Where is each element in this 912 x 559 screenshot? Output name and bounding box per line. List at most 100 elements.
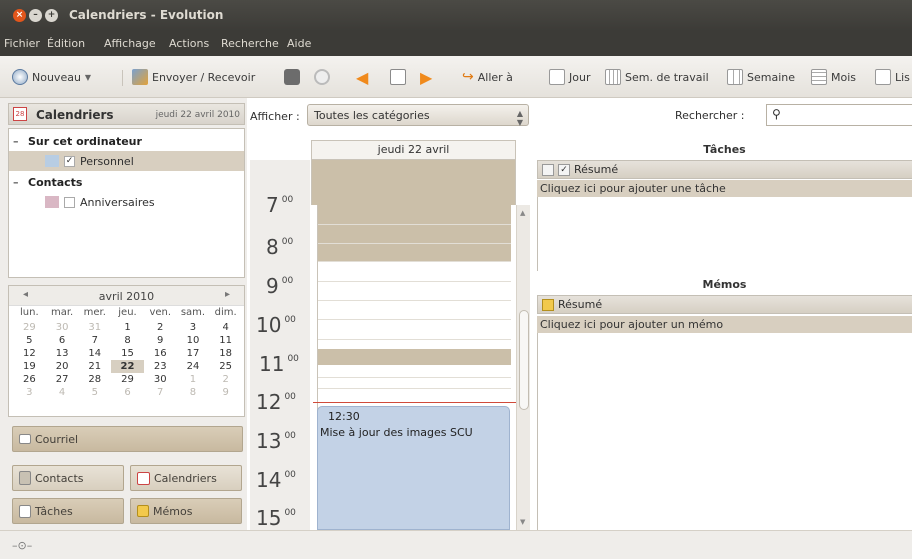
mini-calendar-day[interactable]: 4 bbox=[209, 321, 242, 334]
view-list-button[interactable]: Lis bbox=[875, 67, 910, 87]
menu-affichage[interactable]: Affichage bbox=[104, 37, 156, 50]
collapse-icon[interactable]: – bbox=[13, 135, 22, 148]
mini-calendar-day[interactable]: 27 bbox=[46, 373, 79, 386]
scroll-up-icon[interactable]: ▲ bbox=[520, 209, 525, 217]
menu-recherche[interactable]: Recherche bbox=[221, 37, 279, 50]
delete-button[interactable] bbox=[314, 67, 330, 87]
source-item-personnel[interactable]: ✓ Personnel bbox=[9, 151, 244, 171]
switch-courriel-button[interactable]: Courriel bbox=[12, 426, 243, 452]
mini-calendar-day[interactable]: 29 bbox=[13, 321, 46, 334]
switch-contacts-button[interactable]: Contacts bbox=[12, 465, 124, 491]
mini-calendar-day[interactable]: 7 bbox=[78, 334, 111, 347]
mini-calendar-day[interactable]: 4 bbox=[46, 386, 79, 399]
mini-calendar-day[interactable]: 8 bbox=[177, 386, 210, 399]
mini-calendar-day[interactable]: 7 bbox=[144, 386, 177, 399]
mini-calendar-day[interactable]: 9 bbox=[209, 386, 242, 399]
category-select[interactable]: Toutes les catégories ▲ ▼ bbox=[307, 104, 529, 127]
switch-label: Courriel bbox=[35, 432, 79, 446]
view-week-label: Semaine bbox=[747, 70, 796, 84]
send-receive-button[interactable]: Envoyer / Recevoir bbox=[132, 67, 255, 87]
new-button[interactable]: Nouveau ▼ bbox=[12, 67, 91, 87]
switch-calendriers-button[interactable]: Calendriers bbox=[130, 465, 242, 491]
mini-calendar-day[interactable]: 5 bbox=[78, 386, 111, 399]
mini-calendar-day[interactable]: 2 bbox=[144, 321, 177, 334]
day-view-scrollbar[interactable]: ▲ ▼ bbox=[516, 205, 530, 530]
tasks-title: Tâches bbox=[703, 143, 746, 156]
print-button[interactable] bbox=[284, 67, 300, 87]
mini-calendar-header: ◂ avril 2010 ▸ bbox=[9, 286, 244, 306]
mini-calendar-day[interactable]: 1 bbox=[111, 321, 144, 334]
view-workweek-button[interactable]: Sem. de travail bbox=[605, 67, 709, 87]
mini-calendar-day[interactable]: 25 bbox=[209, 360, 242, 373]
mini-calendar-day[interactable]: 28 bbox=[78, 373, 111, 386]
mini-calendar-day[interactable]: 23 bbox=[144, 360, 177, 373]
mini-calendar-day[interactable]: 10 bbox=[177, 334, 210, 347]
scrollbar-thumb[interactable] bbox=[519, 310, 529, 410]
mini-calendar-day[interactable]: 6 bbox=[111, 386, 144, 399]
menu-actions[interactable]: Actions bbox=[169, 37, 209, 50]
calendar-event[interactable]: 12:30 Mise à jour des images SCU bbox=[317, 406, 510, 530]
mini-calendar-day[interactable]: 30 bbox=[144, 373, 177, 386]
mini-calendar-day[interactable]: 11 bbox=[209, 334, 242, 347]
memos-list[interactable] bbox=[537, 333, 912, 530]
mini-calendar-day[interactable]: 17 bbox=[177, 347, 210, 360]
source-group-local[interactable]: – Sur cet ordinateur bbox=[13, 135, 142, 148]
mini-calendar-day[interactable]: 21 bbox=[78, 360, 111, 373]
collapse-icon[interactable]: – bbox=[13, 176, 22, 189]
tasks-column-header[interactable]: ✓ Résumé bbox=[537, 160, 912, 179]
add-memo-row[interactable]: Cliquez ici pour ajouter un mémo bbox=[537, 316, 912, 333]
checkbox-unchecked[interactable] bbox=[64, 196, 75, 208]
tasks-list[interactable] bbox=[537, 197, 912, 271]
mini-calendar-day[interactable]: 14 bbox=[78, 347, 111, 360]
switch-taches-button[interactable]: Tâches bbox=[12, 498, 124, 524]
view-month-button[interactable]: Mois bbox=[811, 67, 856, 87]
mini-calendar-day[interactable]: 3 bbox=[13, 386, 46, 399]
mini-calendar-day[interactable]: 1 bbox=[177, 373, 210, 386]
next-month-icon[interactable]: ▸ bbox=[225, 289, 230, 300]
switch-memos-button[interactable]: Mémos bbox=[130, 498, 242, 524]
send-receive-label: Envoyer / Recevoir bbox=[152, 70, 256, 84]
menu-edition[interactable]: Édition bbox=[47, 37, 85, 50]
previous-button[interactable]: ◀ bbox=[356, 67, 368, 87]
source-item-anniversaires[interactable]: Anniversaires bbox=[45, 192, 155, 212]
mini-calendar-day[interactable]: 8 bbox=[111, 334, 144, 347]
all-day-area[interactable] bbox=[311, 160, 516, 205]
mini-calendar-day[interactable]: 6 bbox=[46, 334, 79, 347]
search-icon[interactable]: ⚲ bbox=[772, 107, 781, 121]
today-button[interactable] bbox=[390, 67, 406, 87]
minimize-icon[interactable]: – bbox=[29, 9, 42, 22]
mini-calendar-day[interactable]: 31 bbox=[78, 321, 111, 334]
mini-calendar-day[interactable]: 2 bbox=[209, 373, 242, 386]
weekday-label: mer. bbox=[83, 307, 106, 318]
view-day-button[interactable]: Jour bbox=[549, 67, 590, 87]
next-button[interactable]: ▶ bbox=[420, 67, 432, 87]
mini-calendar-day[interactable]: 20 bbox=[46, 360, 79, 373]
mini-calendar-day[interactable]: 18 bbox=[209, 347, 242, 360]
mini-calendar-day[interactable]: 13 bbox=[46, 347, 79, 360]
mini-calendar-day[interactable]: 30 bbox=[46, 321, 79, 334]
close-icon[interactable]: × bbox=[13, 9, 26, 22]
maximize-icon[interactable]: + bbox=[45, 9, 58, 22]
add-task-row[interactable]: Cliquez ici pour ajouter une tâche bbox=[537, 180, 912, 197]
mini-calendar-day[interactable]: 26 bbox=[13, 373, 46, 386]
mini-calendar-day[interactable]: 15 bbox=[111, 347, 144, 360]
mini-calendar-day[interactable]: 5 bbox=[13, 334, 46, 347]
mini-calendar-day[interactable]: 19 bbox=[13, 360, 46, 373]
mini-calendar-day[interactable]: 24 bbox=[177, 360, 210, 373]
search-input[interactable]: ⚲ bbox=[766, 104, 912, 126]
connection-icon[interactable]: –⊙– bbox=[12, 539, 32, 552]
mini-calendar-day[interactable]: 29 bbox=[111, 373, 144, 386]
memos-column-header[interactable]: Résumé bbox=[537, 295, 912, 314]
menu-fichier[interactable]: Fichier bbox=[4, 37, 40, 50]
checkbox-checked[interactable]: ✓ bbox=[64, 155, 75, 167]
menu-aide[interactable]: Aide bbox=[287, 37, 311, 50]
mini-calendar-day[interactable]: 16 bbox=[144, 347, 177, 360]
mini-calendar-day[interactable]: 12 bbox=[13, 347, 46, 360]
mini-calendar-day[interactable]: 3 bbox=[177, 321, 210, 334]
source-group-contacts[interactable]: – Contacts bbox=[13, 176, 82, 189]
mini-calendar-day[interactable]: 9 bbox=[144, 334, 177, 347]
goto-button[interactable]: ↪ Aller à bbox=[462, 67, 513, 87]
mini-calendar-day[interactable]: 22 bbox=[111, 360, 144, 373]
view-week-button[interactable]: Semaine bbox=[727, 67, 795, 87]
scroll-down-icon[interactable]: ▼ bbox=[520, 518, 525, 526]
